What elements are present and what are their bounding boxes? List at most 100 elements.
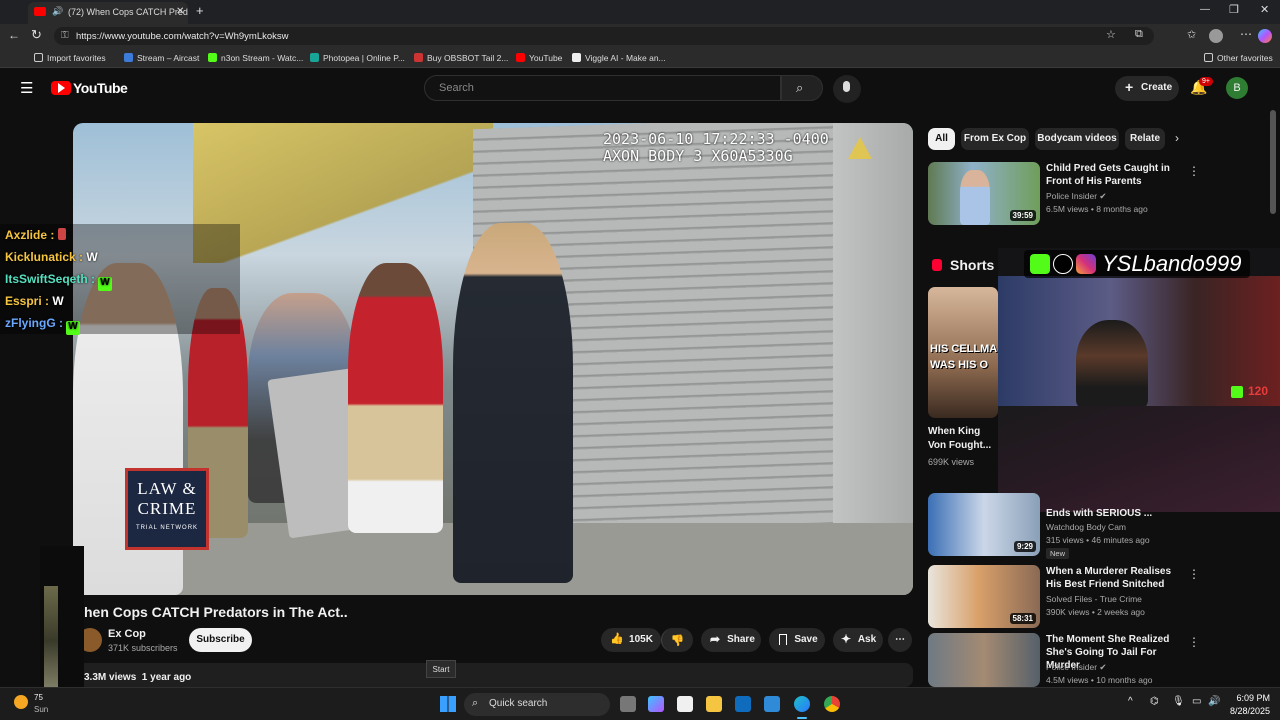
dislike-button[interactable]: 👎	[661, 628, 693, 652]
new-tab-icon[interactable]: +	[196, 3, 204, 18]
subscribe-button[interactable]: Subscribe	[189, 628, 252, 652]
speaker-icon[interactable]: 🔊	[52, 6, 63, 17]
share-icon: ➦	[710, 632, 721, 646]
video-thumbnail[interactable]	[928, 633, 1040, 687]
minimize-icon[interactable]: —	[1200, 4, 1210, 15]
watermark-title: LAW & CRIME	[137, 479, 197, 518]
chevron-right-icon[interactable]: ›	[1175, 131, 1179, 145]
page-scrollbar[interactable]	[1270, 110, 1276, 214]
bookmark-aircast[interactable]: Stream – Aircast	[124, 53, 199, 63]
video-meta: 390K views • 2 weeks ago	[1046, 607, 1145, 617]
other-favorites[interactable]: Other favorites	[1204, 53, 1273, 63]
video-thumbnail[interactable]: 9:29	[928, 493, 1040, 556]
search-button[interactable]: ⌕	[781, 75, 823, 101]
chrome-icon[interactable]	[824, 696, 840, 712]
kebab-menu-icon[interactable]: ⋮	[1188, 164, 1200, 178]
chip-bodycam-videos[interactable]: Bodycam videos	[1035, 128, 1119, 150]
store-icon[interactable]	[677, 696, 693, 712]
views-and-date: 3.3M views 1 year ago	[84, 672, 192, 683]
system-clock[interactable]: 6:09 PM 8/28/2025	[1224, 692, 1270, 718]
more-actions-button[interactable]: ⋯	[888, 628, 912, 652]
save-button[interactable]: Save	[769, 628, 825, 652]
bookmark-label: Stream – Aircast	[137, 53, 200, 63]
bookmark-obsbot[interactable]: Buy OBSBOT Tail 2...	[414, 53, 508, 63]
taskbar-search[interactable]: ⌕ Quick search	[464, 693, 610, 716]
favorite-star-icon[interactable]: ☆	[1106, 28, 1116, 41]
bookmark-label: Viggle AI - Make an...	[585, 53, 666, 63]
chat-username: zFlyingG :	[5, 316, 63, 330]
desk-keyboard	[998, 406, 1280, 512]
weather-icon[interactable]	[14, 695, 28, 709]
channel-label: Police Insider	[1046, 662, 1098, 672]
active-app-indicator	[797, 717, 807, 719]
kebab-menu-icon[interactable]: ⋮	[1188, 635, 1200, 649]
volume-icon[interactable]: 🔊	[1208, 696, 1220, 707]
close-window-icon[interactable]: ✕	[1260, 3, 1269, 16]
back-icon[interactable]: ←	[8, 28, 20, 42]
more-icon[interactable]: ⋯	[1240, 27, 1252, 41]
channel-name[interactable]: Ex Cop	[108, 628, 146, 640]
clock-time: 6:09 PM	[1236, 693, 1270, 703]
emote-icon	[57, 228, 66, 240]
chat-message: zFlyingG :W	[0, 312, 240, 335]
close-tab-icon[interactable]: ✕	[176, 6, 184, 17]
mic-tray-icon[interactable]: 🎙	[1172, 696, 1185, 707]
video-meta: 315 views • 46 minutes ago	[1046, 535, 1150, 545]
chip-all[interactable]: All	[928, 128, 955, 150]
favorites-icon[interactable]: ✩	[1187, 28, 1196, 41]
photopea-icon	[310, 53, 319, 62]
ask-button[interactable]: ✦ Ask	[833, 628, 883, 652]
maximize-icon[interactable]: ❐	[1229, 3, 1239, 16]
bookmark-photopea[interactable]: Photopea | Online P...	[310, 53, 405, 63]
tab-title: (72) When Cops CATCH Predators...	[68, 7, 188, 17]
bodycam-timestamp: 2023-06-10 17:22:33 -0400	[603, 130, 829, 148]
bookmark-import[interactable]: Import favorites	[34, 53, 106, 63]
chevron-up-icon[interactable]: ^	[1128, 696, 1133, 707]
edge-icon[interactable]	[794, 696, 810, 712]
file-explorer-icon[interactable]	[706, 696, 722, 712]
law-and-crime-watermark: LAW & CRIME TRIAL NETWORK	[125, 468, 209, 550]
like-count: 105K	[629, 634, 653, 645]
video-duration: 58:31	[1009, 613, 1036, 624]
extensions-icon[interactable]: ⧉	[1135, 28, 1143, 41]
video-thumbnail[interactable]: 58:31	[928, 565, 1040, 628]
video-title: hen Cops CATCH Predators in The Act..	[84, 604, 348, 620]
network-icon[interactable]: ⌬	[1150, 696, 1159, 707]
profile-icon[interactable]	[1209, 29, 1223, 43]
search-input[interactable]: Search	[424, 75, 781, 101]
chip-related[interactable]: Relate	[1125, 128, 1165, 150]
chip-from-ex-cop[interactable]: From Ex Cop	[961, 128, 1029, 150]
task-view-icon[interactable]	[620, 696, 636, 712]
video-title: Ends with SERIOUS ...	[1046, 508, 1153, 519]
voice-search-button[interactable]	[833, 75, 861, 103]
chat-message: Esspri : W	[0, 290, 240, 312]
account-avatar[interactable]: B	[1226, 77, 1248, 99]
like-button[interactable]: 👍 105K	[601, 628, 661, 652]
video-player[interactable]: 2023-06-10 17:22:33 -0400 AXON BODY 3 X6…	[73, 123, 913, 595]
create-button[interactable]: + Create	[1115, 76, 1179, 101]
display-icon[interactable]: ▭	[1192, 696, 1201, 707]
bookmark-n3on[interactable]: n3on Stream - Watc...	[208, 53, 303, 63]
photos-icon[interactable]	[764, 696, 780, 712]
video-channel: Police Insider ✔	[1046, 191, 1107, 202]
thumbs-up-icon: 👍	[610, 633, 624, 645]
copilot-app-icon[interactable]	[648, 696, 664, 712]
short-title[interactable]: When King Von Fought...	[928, 425, 996, 453]
site-info-icon[interactable]: ⚿	[61, 30, 69, 41]
bookmark-viggle[interactable]: Viggle AI - Make an...	[572, 53, 666, 63]
description-box[interactable]: 3.3M views 1 year ago	[78, 663, 913, 687]
short-thumbnail[interactable]: HIS CELLMA WAS HIS O	[928, 287, 998, 418]
share-button[interactable]: ➦ Share	[701, 628, 761, 652]
folder-icon	[34, 53, 43, 62]
bookmark-youtube[interactable]: YouTube	[516, 53, 562, 63]
kebab-menu-icon[interactable]: ⋮	[1188, 567, 1200, 581]
start-icon[interactable]	[440, 696, 456, 712]
copilot-icon[interactable]	[1258, 29, 1272, 43]
browser-tab[interactable]: 🔊 (72) When Cops CATCH Predators... ✕	[28, 2, 188, 24]
outlook-icon[interactable]	[735, 696, 751, 712]
bookmark-label: Buy OBSBOT Tail 2...	[427, 53, 509, 63]
video-thumbnail[interactable]: 39:59	[928, 162, 1040, 225]
url-input[interactable]: ⚿ https://www.youtube.com/watch?v=Wh9ymL…	[54, 27, 1154, 45]
refresh-icon[interactable]: ↻	[31, 27, 42, 43]
menu-icon[interactable]: ☰	[20, 79, 33, 97]
